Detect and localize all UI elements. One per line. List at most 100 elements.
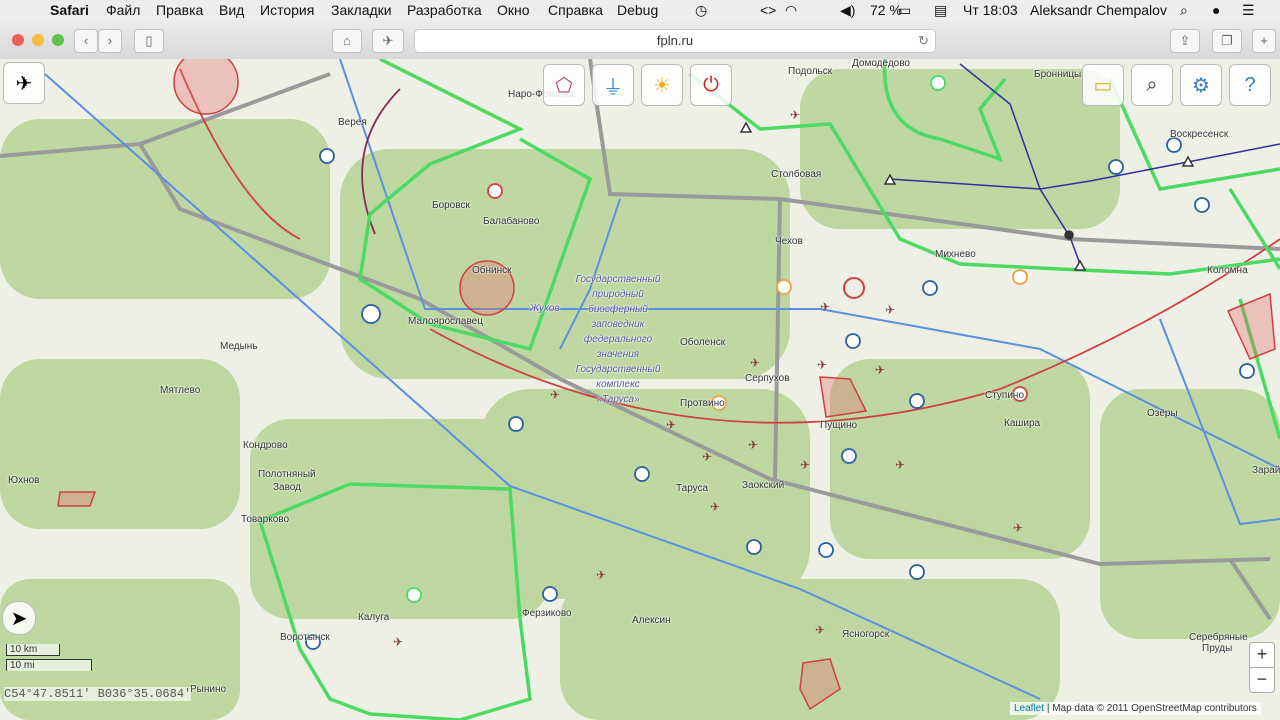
svg-text:✈: ✈ bbox=[820, 300, 830, 314]
clock[interactable]: Чт 18:03 bbox=[963, 2, 1018, 18]
svg-text:✈: ✈ bbox=[815, 623, 825, 637]
address-bar[interactable]: fpln.ru ↻ bbox=[414, 29, 936, 53]
svg-text:✈: ✈ bbox=[550, 388, 560, 402]
place-label: Ферзиково bbox=[522, 608, 572, 619]
scale-km: 10 km bbox=[6, 644, 60, 656]
flag-icon[interactable]: ▤ bbox=[934, 2, 947, 19]
menu-edit[interactable]: Правка bbox=[156, 2, 203, 18]
reserve-label: Государственный природный биосферный зап… bbox=[575, 274, 661, 405]
url-text: fpln.ru bbox=[656, 33, 694, 48]
menu-window[interactable]: Окно bbox=[497, 2, 530, 18]
svg-text:✈: ✈ bbox=[710, 500, 720, 514]
place-label: Воротынск bbox=[280, 632, 330, 643]
place-label: Обнинск bbox=[472, 265, 512, 276]
place-label: Калуга bbox=[358, 612, 390, 623]
volume-icon[interactable]: ◀) bbox=[840, 2, 855, 19]
svg-text:✈: ✈ bbox=[800, 458, 810, 472]
svg-text:✈: ✈ bbox=[817, 358, 827, 372]
zoom-window-button[interactable] bbox=[52, 34, 64, 46]
place-label: Алексин bbox=[632, 615, 671, 626]
notification-center-icon[interactable]: ☰ bbox=[1242, 2, 1255, 19]
spotlight-icon[interactable]: ⌕ bbox=[1180, 2, 1188, 19]
sidebar-button[interactable]: ▯ bbox=[134, 29, 164, 53]
code-icon[interactable]: <> bbox=[760, 2, 776, 18]
weather-icon[interactable]: ☀ bbox=[641, 64, 683, 106]
place-label: Балабаново bbox=[483, 216, 540, 227]
place-label: Бронницы bbox=[1034, 69, 1082, 80]
close-window-button[interactable] bbox=[12, 34, 24, 46]
user-name[interactable]: Aleksandr Chempalov bbox=[1030, 2, 1167, 18]
menu-view[interactable]: Вид bbox=[219, 2, 244, 18]
tabs-overview-icon[interactable]: ❐ bbox=[1212, 29, 1242, 53]
zoom-out-button[interactable]: − bbox=[1249, 667, 1275, 693]
place-label: Завод bbox=[273, 482, 301, 493]
wifi-icon[interactable]: ◠ bbox=[785, 2, 797, 19]
svg-text:✈: ✈ bbox=[790, 108, 800, 122]
place-label: Мятлево bbox=[160, 385, 201, 396]
place-label: Домодедово bbox=[852, 59, 910, 69]
svg-text:✈: ✈ bbox=[1013, 521, 1023, 535]
menu-bookmarks[interactable]: Закладки bbox=[331, 2, 392, 18]
filter-icon[interactable]: ⏚ bbox=[592, 64, 634, 106]
menu-plane-icon[interactable]: ✈ bbox=[3, 62, 45, 104]
cursor-coordinates: С54°47.8511' В036°35.0684' bbox=[4, 687, 192, 701]
home-icon[interactable]: ⌂ bbox=[332, 29, 362, 53]
power-icon[interactable]: ⏻ bbox=[690, 64, 732, 106]
place-label: Товарково bbox=[241, 514, 290, 525]
place-label: Чехов bbox=[775, 236, 803, 247]
help-icon[interactable]: ? bbox=[1229, 64, 1271, 106]
place-label: Верея bbox=[338, 117, 367, 128]
place-label: Серпухов bbox=[745, 373, 790, 384]
scale-mi: 10 mi bbox=[6, 659, 92, 671]
place-label: Рынино bbox=[190, 684, 227, 695]
gear-icon[interactable]: ⚙ bbox=[1180, 64, 1222, 106]
place-label: Озёры bbox=[1147, 408, 1178, 419]
forward-button[interactable]: › bbox=[98, 29, 122, 53]
place-label: Ясногорск bbox=[842, 629, 890, 640]
menu-history[interactable]: История bbox=[260, 2, 314, 18]
zoom-in-button[interactable]: + bbox=[1249, 642, 1275, 668]
place-label: Оболенск bbox=[680, 337, 726, 348]
place-label: Таруса bbox=[676, 483, 709, 494]
restricted-circle-markers bbox=[843, 277, 865, 299]
siri-icon[interactable]: ● bbox=[1212, 2, 1220, 18]
place-label: Михнево bbox=[935, 249, 976, 260]
map-view[interactable]: ✈ ✈ ✈ ✈ ✈ ✈ ✈ ✈ ✈ ✈ ✈ ✈ ✈ ✈ ✈ ✈ ✈ Подольск Домодедо… bbox=[0, 59, 1280, 720]
place-label: Ступино bbox=[985, 390, 1024, 401]
place-label: Кондрово bbox=[243, 440, 288, 451]
time-machine-icon[interactable]: ◷ bbox=[695, 2, 707, 19]
locate-arrow-icon[interactable]: ➤ bbox=[2, 601, 36, 635]
place-label: Медынь bbox=[220, 341, 258, 352]
menu-develop[interactable]: Разработка bbox=[407, 2, 482, 18]
airspace-layer-icon[interactable]: ⬠ bbox=[543, 64, 585, 106]
menu-app[interactable]: Safari bbox=[50, 2, 89, 18]
browser-toolbar: ‹ › ▯ ⌂ ✈ fpln.ru ↻ ⇪ ❐ + bbox=[0, 22, 1280, 60]
leaflet-link[interactable]: Leaflet bbox=[1014, 703, 1044, 714]
svg-text:✈: ✈ bbox=[748, 438, 758, 452]
svg-text:✈: ✈ bbox=[885, 303, 895, 317]
menu-file[interactable]: Файл bbox=[106, 2, 140, 18]
svg-text:✈: ✈ bbox=[875, 363, 885, 377]
attribution-text: | Map data © 2011 OpenStreetMap contribu… bbox=[1046, 703, 1257, 714]
svg-text:✈: ✈ bbox=[702, 450, 712, 464]
back-button[interactable]: ‹ bbox=[74, 29, 98, 53]
place-label: Столбовая bbox=[771, 169, 822, 180]
place-label: Пруды bbox=[1202, 643, 1233, 654]
menu-debug[interactable]: Debug bbox=[617, 2, 658, 18]
new-tab-button[interactable]: + bbox=[1252, 29, 1276, 53]
id-card-icon[interactable]: ▭ bbox=[1082, 64, 1124, 106]
reload-icon[interactable]: ↻ bbox=[918, 30, 929, 52]
place-label: Протвино bbox=[680, 398, 725, 409]
place-label: Полотняный bbox=[258, 469, 316, 480]
svg-text:✈: ✈ bbox=[393, 635, 403, 649]
battery-icon[interactable]: ▭ bbox=[898, 2, 911, 19]
place-label: Кашира bbox=[1004, 418, 1041, 429]
place-label: Подольск bbox=[788, 66, 833, 77]
search-icon[interactable]: ⌕ bbox=[1131, 64, 1173, 106]
place-label: Юхнов bbox=[8, 475, 40, 486]
place-label: Воскресенск bbox=[1170, 129, 1229, 140]
share-icon[interactable]: ⇪ bbox=[1170, 29, 1200, 53]
extension-icon[interactable]: ✈ bbox=[372, 29, 404, 53]
minimize-window-button[interactable] bbox=[32, 34, 44, 46]
menu-help[interactable]: Справка bbox=[548, 2, 603, 18]
